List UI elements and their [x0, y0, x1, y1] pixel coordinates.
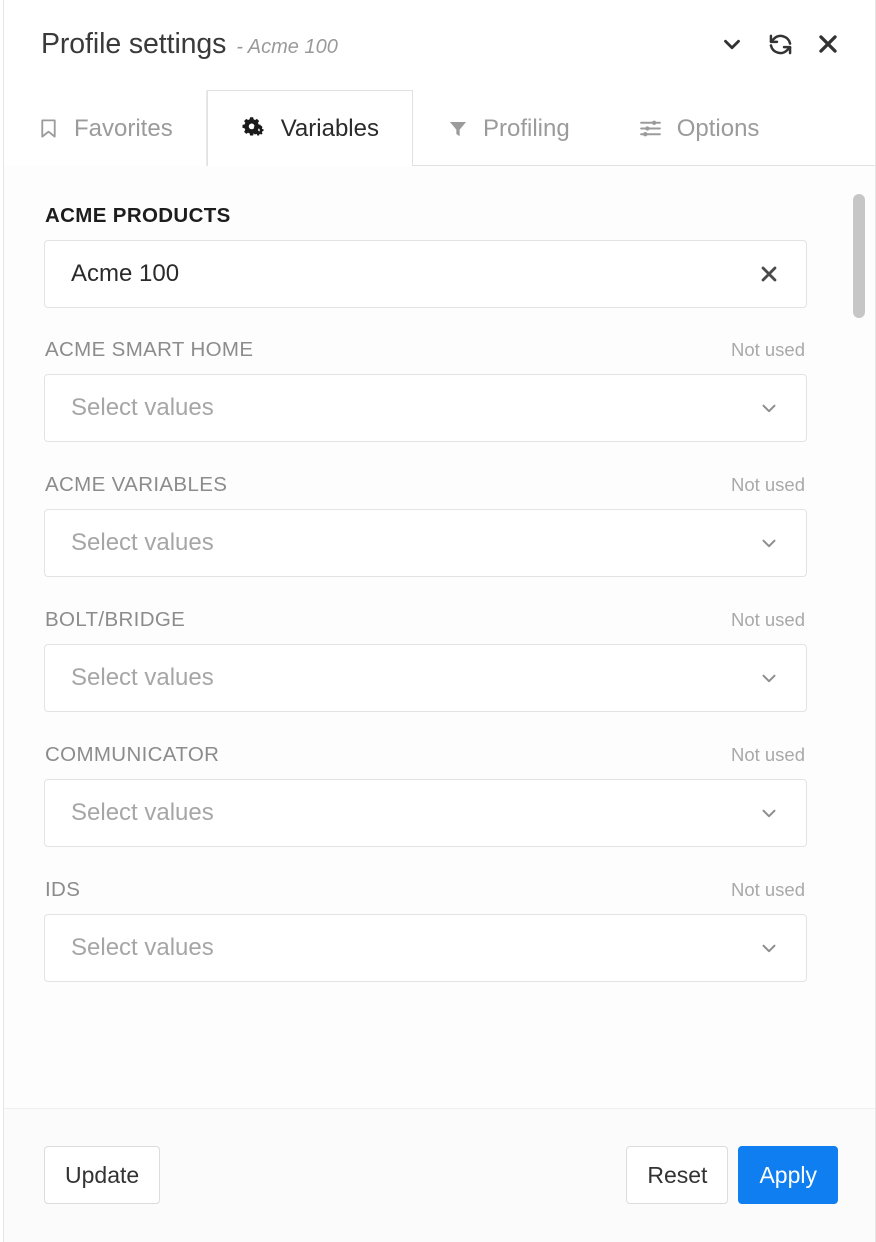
- variable-group-label: IDS: [45, 878, 81, 901]
- variable-select-placeholder: Select values: [71, 394, 214, 421]
- scrollbar-thumb[interactable]: [853, 194, 865, 318]
- variable-group-communicator: COMMUNICATOR Not used Select values: [44, 743, 807, 847]
- chevron-down-icon: [762, 809, 776, 818]
- tab-favorites-label: Favorites: [74, 114, 173, 142]
- variable-select-acme-products[interactable]: Acme 100: [44, 240, 807, 308]
- variable-group-acme-variables: ACME VARIABLES Not used Select values: [44, 473, 807, 577]
- dialog-header: Profile settings - Acme 100: [4, 0, 875, 88]
- close-icon: [761, 266, 777, 282]
- variable-group-header: IDS Not used: [44, 878, 807, 902]
- sliders-icon: [638, 116, 663, 141]
- variable-select-placeholder: Select values: [71, 934, 214, 961]
- variable-select-acme-smart-home[interactable]: Select values: [44, 374, 807, 442]
- variable-group-header: ACME PRODUCTS: [44, 204, 807, 228]
- chevron-down-icon: [762, 944, 776, 953]
- variables-scroll-area: ACME PRODUCTS Acme 100 ACME SMART HOME N…: [4, 166, 875, 1108]
- bookmark-icon: [37, 117, 60, 140]
- filter-icon: [447, 118, 469, 140]
- variable-group-status: Not used: [730, 339, 805, 360]
- open-dropdown-button[interactable]: [754, 528, 784, 558]
- variable-group-acme-smart-home: ACME SMART HOME Not used Select values: [44, 338, 807, 442]
- tab-variables-label: Variables: [280, 114, 379, 142]
- refresh-button[interactable]: [766, 30, 794, 58]
- title-group: Profile settings - Acme 100: [41, 28, 718, 61]
- variables-panel: ACME PRODUCTS Acme 100 ACME SMART HOME N…: [4, 166, 875, 1108]
- open-dropdown-button[interactable]: [754, 663, 784, 693]
- reset-button[interactable]: Reset: [626, 1146, 729, 1204]
- close-icon: [819, 35, 837, 53]
- variable-group-ids: IDS Not used Select values: [44, 878, 807, 982]
- close-button[interactable]: [814, 30, 842, 58]
- variables-list: ACME PRODUCTS Acme 100 ACME SMART HOME N…: [4, 204, 875, 982]
- variable-group-header: ACME VARIABLES Not used: [44, 473, 807, 497]
- chevron-down-icon: [762, 674, 776, 683]
- variable-group-label: BOLT/BRIDGE: [45, 608, 186, 631]
- variable-group-header: COMMUNICATOR Not used: [44, 743, 807, 767]
- tab-favorites[interactable]: Favorites: [4, 90, 207, 166]
- variable-group-status: Not used: [730, 744, 805, 765]
- variable-group-status: Not used: [730, 474, 805, 495]
- variable-select-bolt-bridge[interactable]: Select values: [44, 644, 807, 712]
- variable-group-label: COMMUNICATOR: [45, 743, 220, 766]
- refresh-icon: [769, 34, 791, 54]
- open-dropdown-button[interactable]: [754, 798, 784, 828]
- variable-group-status: Not used: [730, 879, 805, 900]
- apply-button[interactable]: Apply: [738, 1146, 838, 1204]
- variable-group-bolt-bridge: BOLT/BRIDGE Not used Select values: [44, 608, 807, 712]
- variable-select-ids[interactable]: Select values: [44, 914, 807, 982]
- variable-group-header: ACME SMART HOME Not used: [44, 338, 807, 362]
- chevron-down-icon: [762, 539, 776, 548]
- variable-group-header: BOLT/BRIDGE Not used: [44, 608, 807, 632]
- chevron-down-icon: [724, 39, 740, 50]
- open-dropdown-button[interactable]: [754, 393, 784, 423]
- profile-settings-dialog: Profile settings - Acme 100 Favorites Va…: [3, 0, 876, 1242]
- variable-group-label: ACME PRODUCTS: [45, 204, 231, 227]
- footer-actions: Reset Apply: [626, 1146, 838, 1204]
- tab-bar: Favorites Variables Profiling Options: [4, 88, 875, 167]
- variable-group-label: ACME SMART HOME: [45, 338, 254, 361]
- header-actions: [718, 30, 855, 58]
- tab-profiling[interactable]: Profiling: [413, 90, 604, 166]
- dialog-footer: Update Reset Apply: [4, 1108, 875, 1242]
- tab-options-label: Options: [676, 114, 760, 142]
- page-title: Profile settings: [41, 27, 227, 60]
- clear-selection-button[interactable]: [754, 259, 784, 289]
- scrollbar-track[interactable]: [852, 176, 866, 1098]
- page-subtitle: - Acme 100: [236, 35, 338, 58]
- variable-select-value: Acme 100: [71, 260, 180, 287]
- variable-group-label: ACME VARIABLES: [45, 473, 228, 496]
- tab-profiling-label: Profiling: [482, 114, 570, 142]
- update-button[interactable]: Update: [44, 1146, 161, 1204]
- open-dropdown-button[interactable]: [754, 933, 784, 963]
- chevron-down-icon: [762, 404, 776, 413]
- gears-icon: [241, 116, 267, 142]
- tab-variables[interactable]: Variables: [206, 90, 413, 167]
- variable-select-placeholder: Select values: [71, 664, 214, 691]
- variable-select-placeholder: Select values: [71, 529, 214, 556]
- variable-group-status: Not used: [730, 609, 805, 630]
- collapse-button[interactable]: [718, 30, 746, 58]
- variable-select-acme-variables[interactable]: Select values: [44, 509, 807, 577]
- variable-select-communicator[interactable]: Select values: [44, 779, 807, 847]
- tab-options[interactable]: Options: [604, 90, 794, 166]
- variable-group-acme-products: ACME PRODUCTS Acme 100: [44, 204, 807, 308]
- variable-select-placeholder: Select values: [71, 799, 214, 826]
